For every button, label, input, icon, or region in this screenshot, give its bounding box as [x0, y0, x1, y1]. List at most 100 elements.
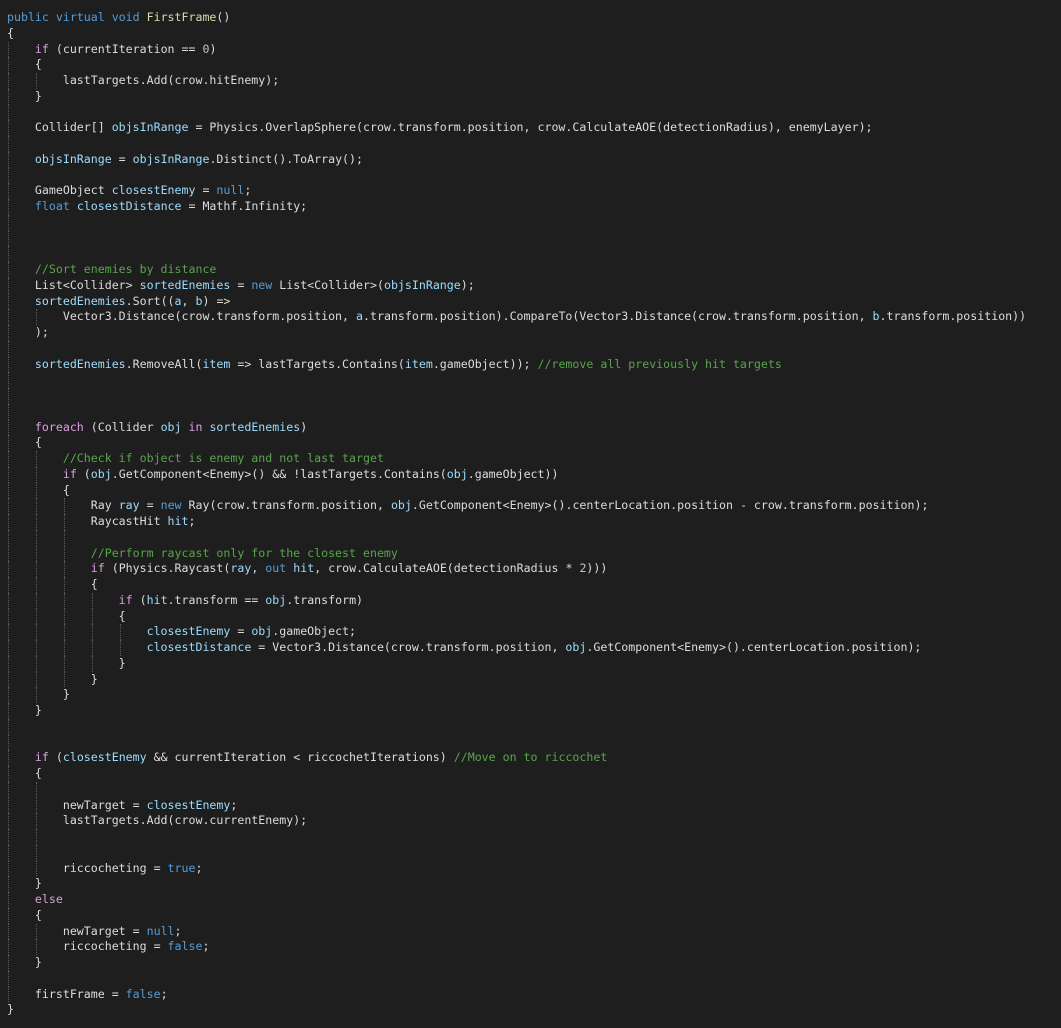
code-line[interactable]: [7, 718, 1026, 735]
code-line[interactable]: }: [7, 876, 1026, 892]
code-line[interactable]: if (currentIteration == 0): [7, 41, 1026, 58]
code-line[interactable]: {: [7, 766, 1026, 782]
code-line[interactable]: closestDistance = Vector3.Distance(crow.…: [7, 640, 1026, 656]
indent-guide: [8, 451, 9, 467]
code-line[interactable]: else: [7, 892, 1026, 908]
indent-guide: [63, 498, 65, 514]
code-line[interactable]: [7, 230, 1026, 247]
indent-guide: [8, 608, 9, 625]
indent-guide: [8, 970, 9, 987]
code-line[interactable]: [7, 214, 1026, 231]
code-line[interactable]: [7, 246, 1026, 262]
code-line[interactable]: [7, 829, 1026, 845]
code-line[interactable]: riccocheting = false;: [7, 939, 1026, 955]
code-line[interactable]: float closestDistance = Mathf.Infinity;: [7, 199, 1026, 215]
code-line[interactable]: {: [7, 608, 1026, 625]
code-line[interactable]: if (hit.transform == obj.transform): [7, 592, 1026, 609]
code-line[interactable]: [7, 403, 1026, 420]
code-line[interactable]: [7, 844, 1026, 861]
code-line[interactable]: {: [7, 907, 1026, 924]
code-token: }: [7, 703, 42, 717]
code-line[interactable]: {: [7, 482, 1026, 499]
code-line[interactable]: }: [7, 671, 1026, 688]
indent-guide: [8, 293, 9, 310]
code-line[interactable]: foreach (Collider obj in sortedEnemies): [7, 419, 1026, 436]
code-line[interactable]: lastTargets.Add(crow.hitEnemy);: [7, 73, 1026, 89]
code-line[interactable]: newTarget = null;: [7, 923, 1026, 940]
code-line[interactable]: }: [7, 955, 1026, 971]
code-line[interactable]: );: [7, 325, 1026, 341]
indent-guide: [8, 388, 9, 404]
indent-guide: [35, 466, 37, 483]
indent-guide: [8, 986, 9, 1003]
code-line[interactable]: [7, 970, 1026, 987]
code-line[interactable]: }: [7, 687, 1026, 703]
code-line[interactable]: }: [7, 655, 1026, 672]
code-line[interactable]: [7, 388, 1026, 404]
code-line[interactable]: if (closestEnemy && currentIteration < r…: [7, 750, 1026, 766]
code-line[interactable]: }: [7, 703, 1026, 719]
code-token: newTarget =: [7, 797, 147, 812]
code-token: riccocheting =: [7, 860, 168, 875]
code-line[interactable]: [7, 529, 1026, 546]
code-token: {: [7, 577, 98, 591]
code-line[interactable]: List<Collider> sortedEnemies = new List<…: [7, 277, 1026, 294]
indent-guide: [8, 309, 9, 325]
code-line[interactable]: objsInRange = objsInRange.Distinct().ToA…: [7, 151, 1026, 168]
code-line[interactable]: RaycastHit hit;: [7, 514, 1026, 530]
code-line[interactable]: if (Physics.Raycast(ray, out hit, crow.C…: [7, 561, 1026, 577]
code-token: closestDistance: [7, 640, 252, 654]
code-token: null: [146, 923, 175, 938]
code-line[interactable]: firstFrame = false;: [7, 986, 1026, 1003]
code-line[interactable]: Ray ray = new Ray(crow.transform.positio…: [7, 498, 1026, 514]
indent-guide: [8, 655, 9, 672]
code-line[interactable]: //Check if object is enemy and not last …: [7, 451, 1026, 467]
code-token: Vector3.Distance(crow.transform.position…: [7, 309, 357, 324]
code-line[interactable]: Collider[] objsInRange = Physics.Overlap…: [7, 120, 1026, 136]
code-line[interactable]: newTarget = closestEnemy;: [7, 797, 1026, 814]
indent-guide: [35, 671, 37, 688]
code-token: item: [404, 356, 433, 371]
code-line[interactable]: }: [7, 88, 1026, 105]
code-line[interactable]: if (obj.GetComponent<Enemy>() && !lastTa…: [7, 466, 1026, 483]
code-line[interactable]: [7, 136, 1026, 152]
code-token: if: [7, 592, 133, 607]
indent-guide: [8, 262, 9, 278]
code-line[interactable]: public virtual void FirstFrame(): [7, 10, 1026, 26]
indent-guide: [63, 640, 65, 656]
indent-guide: [8, 624, 9, 640]
code-line[interactable]: {: [7, 577, 1026, 593]
code-token: (): [216, 10, 231, 24]
code-line[interactable]: GameObject closestEnemy = null;: [7, 183, 1026, 199]
code-line[interactable]: sortedEnemies.Sort((a, b) =>: [7, 293, 1026, 310]
code-line[interactable]: //Perform raycast only for the closest e…: [7, 545, 1026, 562]
code-line[interactable]: sortedEnemies.RemoveAll(item => lastTarg…: [7, 356, 1026, 373]
code-line[interactable]: closestEnemy = obj.gameObject;: [7, 624, 1026, 640]
code-token: ;: [188, 514, 196, 528]
code-line[interactable]: Vector3.Distance(crow.transform.position…: [7, 309, 1026, 325]
code-token: ,: [181, 293, 196, 308]
code-editor[interactable]: public virtual void FirstFrame(){ if (cu…: [0, 0, 1061, 1028]
code-line[interactable]: //Sort enemies by distance: [7, 262, 1026, 278]
code-line[interactable]: [7, 104, 1026, 121]
code-line[interactable]: riccocheting = true;: [7, 860, 1026, 877]
indent-guide: [91, 592, 93, 609]
code-line[interactable]: [7, 781, 1026, 798]
code-line[interactable]: [7, 372, 1026, 388]
code-line[interactable]: [7, 167, 1026, 184]
indent-guide: [35, 577, 37, 593]
code-line[interactable]: {: [7, 435, 1026, 451]
code-line[interactable]: [7, 340, 1026, 357]
code-area[interactable]: public virtual void FirstFrame(){ if (cu…: [7, 10, 1026, 1018]
code-line[interactable]: }: [7, 1002, 1026, 1018]
indent-guide: [35, 640, 37, 656]
code-token: (Physics.Raycast(: [104, 561, 231, 576]
code-token: obj: [160, 419, 182, 434]
code-token: = Mathf.Infinity;: [181, 199, 308, 213]
code-line[interactable]: {: [7, 57, 1026, 73]
code-line[interactable]: lastTargets.Add(crow.currentEnemy);: [7, 813, 1026, 829]
indent-guide: [8, 813, 9, 829]
code-line[interactable]: {: [7, 26, 1026, 42]
indent-guide: [35, 829, 37, 845]
code-line[interactable]: [7, 734, 1026, 751]
